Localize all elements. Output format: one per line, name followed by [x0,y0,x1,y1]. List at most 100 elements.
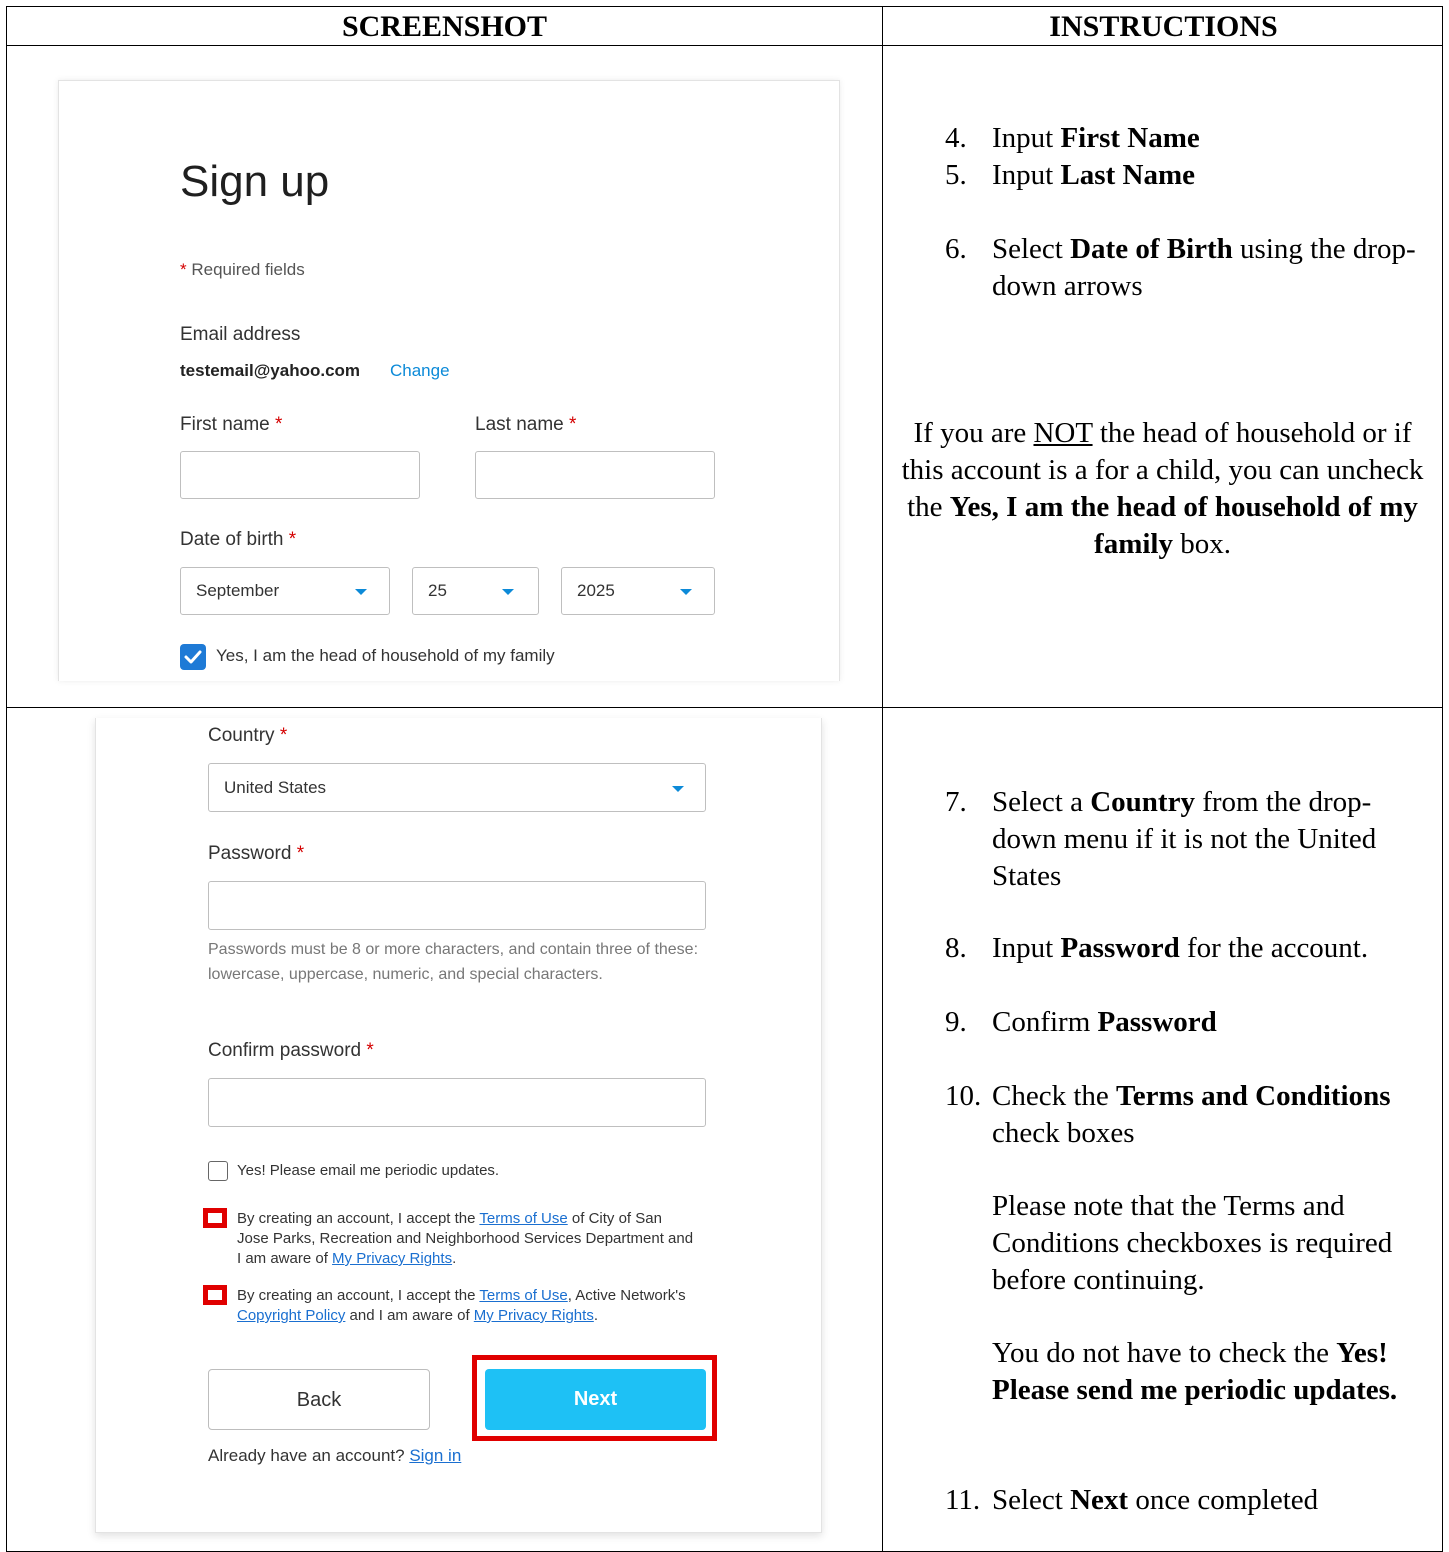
note2-pre: You do not have to check the [992,1337,1337,1369]
step-8-bold: Password [1060,932,1180,964]
last-name-label: Last name * [475,414,576,436]
change-email-link[interactable]: Change [390,361,450,381]
step-6-text: Select Date of Birth using the drop-down… [992,231,1422,305]
note-not: NOT [1033,417,1093,449]
header-screenshot: SCREENSHOT [341,10,548,43]
step-5-text: Input Last Name [992,157,1422,194]
required-fields-note: * Required fields [180,260,305,280]
updates-label: Yes! Please email me periodic updates. [237,1162,500,1179]
confirm-password-input[interactable] [208,1078,706,1127]
terms1-end: . [452,1250,457,1267]
step-11-number: 11. [945,1484,981,1516]
step-10-pre: Check the [992,1080,1117,1112]
first-name-label-text: First name [180,414,270,435]
terms2-mid2: and I am aware of [345,1307,474,1324]
terms-of-use-link[interactable]: Terms of Use [479,1210,567,1227]
country-star: * [279,725,288,746]
first-name-input[interactable] [180,451,420,499]
step-10-post: check boxes [992,1117,1135,1149]
step-10-bold: Terms and Conditions [1116,1080,1391,1112]
step-7-number: 7. [945,786,967,818]
head-of-household-checkbox[interactable] [180,644,206,670]
step-5-number: 5. [945,159,967,191]
dob-day-select[interactable]: 25 [412,567,539,615]
dob-month-select[interactable]: September [180,567,390,615]
terms1-label: By creating an account, I accept the Ter… [237,1209,697,1269]
step-10-number: 10. [945,1080,982,1112]
next-button[interactable]: Next [485,1369,706,1430]
privacy-rights-link[interactable]: My Privacy Rights [332,1250,452,1267]
step-5-bold: Last Name [1060,159,1195,191]
chevron-down-icon [355,589,367,595]
country-select[interactable]: United States [208,763,706,812]
chevron-down-icon [672,786,684,792]
row-divider [7,707,1442,708]
copyright-policy-link[interactable]: Copyright Policy [237,1307,345,1324]
step-4-number: 4. [945,122,967,154]
last-name-input[interactable] [475,451,715,499]
sign-in-link[interactable]: Sign in [409,1446,461,1465]
confirm-password-label: Confirm password * [208,1040,374,1062]
header-instructions: INSTRUCTIONS [1049,10,1278,43]
head-of-household-label: Yes, I am the head of household of my fa… [216,646,555,665]
dob-day-value: 25 [428,581,447,600]
dob-month-value: September [196,581,280,600]
email-value: testemail@yahoo.com [180,361,361,380]
chevron-down-icon [680,589,692,595]
last-name-star: * [569,414,577,435]
dob-label-text: Date of birth [180,529,284,550]
step-8-number: 8. [945,932,967,964]
terms2-end: . [593,1307,598,1324]
header-divider [7,45,1442,46]
step-8-post: for the account. [1179,932,1369,964]
email-label: Email address [180,324,301,345]
last-name-label-text: Last name [475,414,564,435]
step-4-text: Input First Name [992,120,1422,157]
note-pre: If you are [913,417,1034,449]
terms1-checkbox[interactable] [203,1208,227,1228]
terms-required-note: Please note that the Terms and Condition… [992,1190,1393,1296]
dob-year-value: 2025 [577,581,615,600]
step-6-number: 6. [945,233,967,265]
step-4-pre: Input [992,122,1061,154]
step-7-text: Select a Country from the drop-down menu… [992,784,1422,895]
step-6-pre: Select [992,233,1071,265]
dob-year-select[interactable]: 2025 [561,567,715,615]
terms2-label: By creating an account, I accept the Ter… [237,1286,697,1326]
dob-label: Date of birth * [180,529,296,551]
password-label-text: Password [208,843,292,864]
updates-checkbox[interactable] [208,1161,228,1181]
first-name-star: * [275,414,283,435]
confirm-star: * [366,1040,374,1061]
privacy-rights-link-2[interactable]: My Privacy Rights [474,1307,594,1324]
step-7-bold: Country [1090,786,1195,818]
signin-prompt: Already have an account? Sign in [208,1446,461,1466]
step-6-bold: Date of Birth [1070,233,1233,265]
step-9-bold: Password [1097,1006,1217,1038]
step-4-bold: First Name [1060,122,1200,154]
terms2-pre: By creating an account, I accept the [237,1287,480,1304]
step-5-pre: Input [992,159,1061,191]
password-input[interactable] [208,881,706,930]
step-9-text: Confirm Password [992,1004,1422,1041]
country-label-text: Country [208,725,275,746]
terms2-checkbox[interactable] [203,1285,227,1305]
step-11-bold: Next [1070,1484,1129,1516]
first-name-label: First name * [180,414,282,436]
head-of-household-note: If you are NOT the head of household or … [895,415,1430,563]
dob-star: * [288,529,297,550]
terms-of-use-link-2[interactable]: Terms of Use [479,1287,567,1304]
terms2-mid: , Active Network's [567,1287,686,1304]
step-11-text: Select Next once completed [992,1482,1422,1519]
required-text: Required fields [186,260,305,279]
step-7-pre: Select a [992,786,1091,818]
column-divider [882,7,883,1551]
step-9-number: 9. [945,1006,967,1038]
terms1-pre: By creating an account, I accept the [237,1210,480,1227]
step-8-pre: Input [992,932,1061,964]
confirm-label-text: Confirm password [208,1040,362,1061]
back-button[interactable]: Back [208,1369,430,1430]
step-10-text: Check the Terms and Conditions check box… [992,1078,1422,1152]
step-9-pre: Confirm [992,1006,1098,1038]
chevron-down-icon [502,589,514,595]
